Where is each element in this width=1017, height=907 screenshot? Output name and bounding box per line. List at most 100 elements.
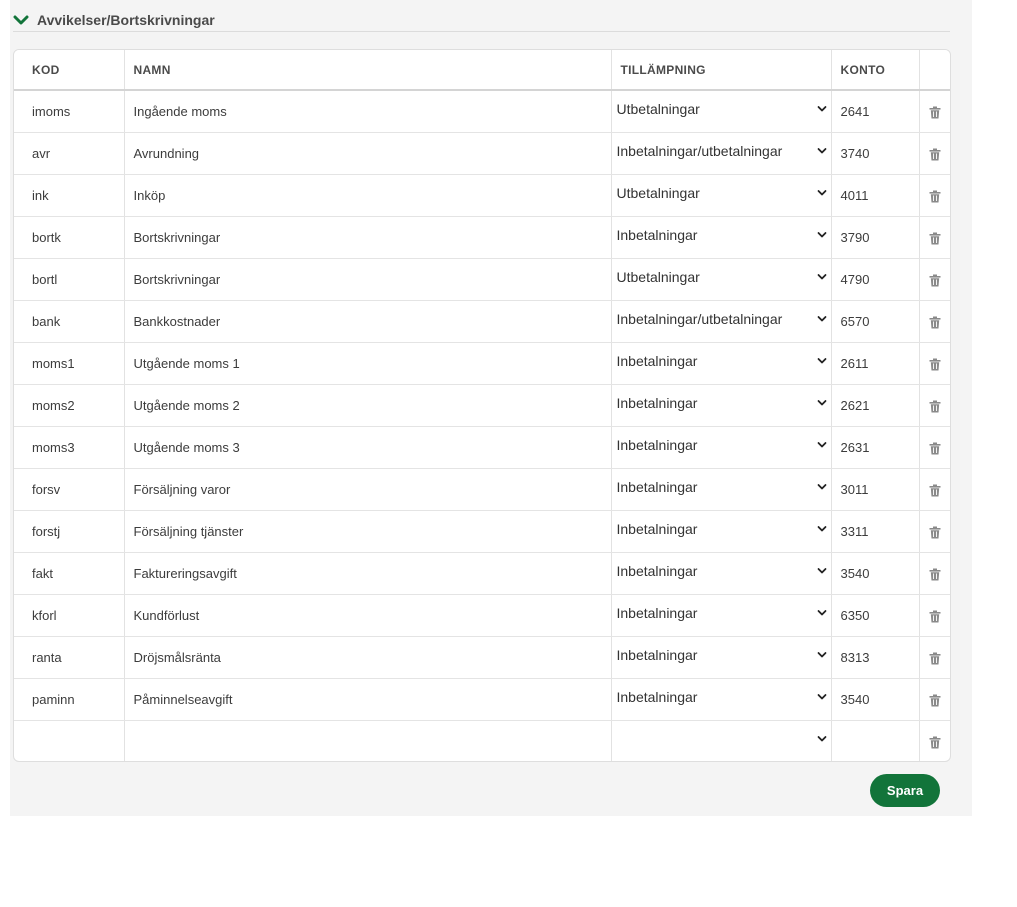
namn-cell[interactable]: Utgående moms 3 [124,426,612,469]
chevron-down-icon [817,316,826,322]
kod-cell[interactable]: bortl [14,258,125,301]
namn-cell[interactable]: Bortskrivningar [124,258,612,301]
trash-icon[interactable] [929,190,941,203]
konto-cell[interactable]: 3540 [831,552,920,595]
deviations-table-container: KOD NAMN TILLÄMPNING KONTO imoms Ingående… [13,49,951,762]
tillampning-select[interactable]: Inbetalningar [617,475,827,501]
tillampning-select[interactable]: Inbetalningar [617,559,827,585]
column-header-kod: KOD [14,50,125,91]
konto-cell[interactable]: 2621 [831,384,920,427]
tillampning-select[interactable]: Inbetalningar [617,517,827,543]
kod-cell[interactable]: moms3 [14,426,125,469]
tillampning-select[interactable]: Inbetalningar [617,601,827,627]
namn-cell[interactable]: Ingående moms [124,90,612,133]
konto-cell[interactable]: 3311 [831,510,920,553]
konto-cell[interactable]: 2641 [831,90,920,133]
namn-cell[interactable]: Försäljning tjänster [124,510,612,553]
konto-cell[interactable]: 3790 [831,216,920,259]
tillampning-select[interactable]: Inbetalningar [617,349,827,375]
tillampning-select[interactable]: Inbetalningar [617,223,827,249]
trash-icon[interactable] [929,652,941,665]
namn-cell[interactable]: Kundförlust [124,594,612,637]
trash-icon[interactable] [929,274,941,287]
kod-cell[interactable]: ranta [14,636,125,679]
trash-icon[interactable] [929,568,941,581]
namn-cell[interactable]: Bankkostnader [124,300,612,343]
tillampning-select[interactable]: Inbetalningar [617,433,827,459]
delete-cell [919,132,950,175]
trash-icon[interactable] [929,736,941,749]
trash-icon[interactable] [929,148,941,161]
tillampning-cell: Inbetalningar/utbetalningar [611,300,832,343]
tillampning-select[interactable]: Utbetalningar [617,181,827,207]
chevron-down-icon [817,610,826,616]
namn-cell[interactable]: Inköp [124,174,612,217]
konto-cell[interactable]: 6350 [831,594,920,637]
table-row: avr Avrundning Inbetalningar/utbetalningar… [14,132,950,175]
namn-cell[interactable]: Dröjsmålsränta [124,636,612,679]
chevron-down-icon [817,526,826,532]
namn-cell[interactable]: Påminnelseavgift [124,678,612,721]
tillampning-value: Inbetalningar/utbetalningar [616,311,783,327]
tillampning-value: Inbetalningar [616,521,698,537]
tillampning-select[interactable]: Inbetalningar [617,685,827,711]
trash-icon[interactable] [929,400,941,413]
kod-cell[interactable]: fakt [14,552,125,595]
kod-cell[interactable]: forstj [14,510,125,553]
konto-cell[interactable]: 8313 [831,636,920,679]
tillampning-cell: Inbetalningar [611,636,832,679]
tillampning-value: Utbetalningar [616,185,700,201]
tillampning-select[interactable]: Inbetalningar/utbetalningar [617,139,827,165]
trash-icon[interactable] [929,694,941,707]
trash-icon[interactable] [929,526,941,539]
tillampning-select[interactable] [617,727,827,753]
konto-cell[interactable]: 4011 [831,174,920,217]
konto-cell[interactable]: 2611 [831,342,920,385]
trash-icon[interactable] [929,358,941,371]
tillampning-select[interactable]: Inbetalningar/utbetalningar [617,307,827,333]
kod-cell[interactable]: bortk [14,216,125,259]
namn-cell[interactable]: Avrundning [124,132,612,175]
trash-icon[interactable] [929,484,941,497]
table-row: kforl Kundförlust Inbetalningar 6350 [14,594,950,637]
konto-cell[interactable]: 3740 [831,132,920,175]
namn-cell[interactable]: Utgående moms 1 [124,342,612,385]
kod-cell[interactable]: imoms [14,90,125,133]
chevron-down-icon[interactable] [13,12,29,28]
trash-icon[interactable] [929,316,941,329]
namn-cell[interactable]: Bortskrivningar [124,216,612,259]
save-button[interactable]: Spara [870,774,940,807]
kod-cell[interactable]: kforl [14,594,125,637]
konto-cell[interactable] [831,720,920,761]
kod-cell[interactable]: paminn [14,678,125,721]
tillampning-value: Inbetalningar [616,437,698,453]
namn-cell[interactable]: Faktureringsavgift [124,552,612,595]
kod-cell[interactable]: avr [14,132,125,175]
section-header[interactable]: Avvikelser/Bortskrivningar [13,10,950,32]
kod-cell[interactable]: forsv [14,468,125,511]
trash-icon[interactable] [929,106,941,119]
kod-cell[interactable]: moms1 [14,342,125,385]
table-row: bank Bankkostnader Inbetalningar/utbetalni… [14,300,950,343]
column-header-tillampning: TILLÄMPNING [611,50,832,91]
kod-cell[interactable]: ink [14,174,125,217]
tillampning-select[interactable]: Inbetalningar [617,643,827,669]
konto-cell[interactable]: 6570 [831,300,920,343]
namn-cell[interactable] [124,720,612,761]
chevron-down-icon [817,652,826,658]
konto-cell[interactable]: 4790 [831,258,920,301]
kod-cell[interactable]: bank [14,300,125,343]
trash-icon[interactable] [929,442,941,455]
kod-cell[interactable]: moms2 [14,384,125,427]
tillampning-select[interactable]: Utbetalningar [617,97,827,123]
kod-cell[interactable] [14,720,125,761]
namn-cell[interactable]: Utgående moms 2 [124,384,612,427]
konto-cell[interactable]: 3540 [831,678,920,721]
trash-icon[interactable] [929,232,941,245]
trash-icon[interactable] [929,610,941,623]
konto-cell[interactable]: 2631 [831,426,920,469]
konto-cell[interactable]: 3011 [831,468,920,511]
tillampning-select[interactable]: Utbetalningar [617,265,827,291]
tillampning-select[interactable]: Inbetalningar [617,391,827,417]
namn-cell[interactable]: Försäljning varor [124,468,612,511]
